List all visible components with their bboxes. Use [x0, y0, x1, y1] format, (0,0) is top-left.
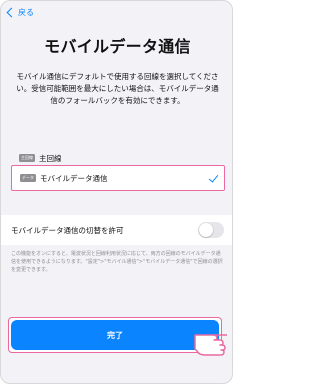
line-option-primary[interactable]: 主回線 主回線 [19, 151, 224, 165]
toggle-knob [199, 223, 213, 237]
done-button-label: 完了 [107, 330, 123, 340]
page-description: モバイル通信にデフォルトで使用する回線を選択してください。受信可能範囲を最大にし… [16, 72, 219, 105]
phone-screen: 戻る モバイルデータ通信 モバイル通信にデフォルトで使用する回線を選択してくださ… [0, 0, 233, 384]
pointing-hand-icon [194, 334, 227, 356]
checkmark-icon [208, 172, 219, 183]
line-badge-data: データ [20, 174, 36, 182]
line-badge-primary: 主回線 [19, 154, 35, 162]
allow-switching-toggle[interactable] [198, 222, 224, 238]
switching-note: この機能をオンにすると、電波状況と回線利用状況に応じて、両方の回線のモバイルデー… [11, 251, 223, 273]
line-label-mobile-data: モバイルデータ通信 [40, 173, 108, 183]
page-title: モバイルデータ通信 [44, 37, 191, 56]
line-option-mobile-data[interactable]: データ モバイルデータ通信 [11, 165, 225, 191]
done-button[interactable]: 完了 [11, 320, 219, 350]
chevron-left-icon [6, 7, 17, 17]
allow-switching-label: モバイルデータ通信の切替を許可 [11, 225, 124, 235]
back-label: 戻る [18, 7, 34, 17]
done-button-highlight: 完了 [8, 317, 222, 353]
allow-switching-row: モバイルデータ通信の切替を許可 [1, 215, 232, 245]
line-label-primary: 主回線 [39, 153, 62, 163]
back-button[interactable]: 戻る [5, 4, 34, 20]
